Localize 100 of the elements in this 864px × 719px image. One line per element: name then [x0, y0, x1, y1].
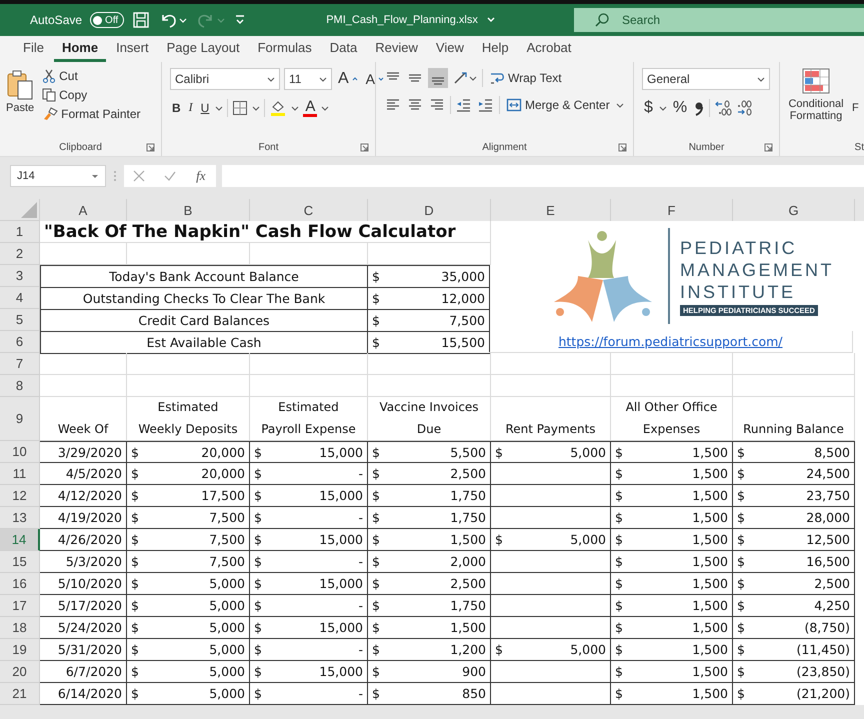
- menu-tab[interactable]: Data: [322, 36, 366, 62]
- row-header[interactable]: 21: [0, 683, 40, 705]
- row-header[interactable]: 4: [0, 287, 40, 309]
- column-heading: All Other Office Expenses: [626, 399, 718, 438]
- menu-tab[interactable]: File: [15, 36, 52, 62]
- row-header[interactable]: 7: [0, 353, 40, 375]
- decrease-font-size-button[interactable]: A: [364, 70, 386, 88]
- menu-tab[interactable]: Page Layout: [158, 36, 248, 62]
- row-header[interactable]: 11: [0, 463, 40, 485]
- font-color-button[interactable]: A: [303, 98, 318, 117]
- caret-icon[interactable]: [291, 104, 300, 112]
- conditional-formatting-icon: [802, 68, 830, 94]
- formula-input[interactable]: [222, 165, 864, 187]
- link[interactable]: https://forum.pediatricsupport.com/: [558, 334, 783, 349]
- caret-icon[interactable]: [91, 172, 99, 180]
- percent-button[interactable]: %: [670, 98, 690, 118]
- borders-icon[interactable]: [232, 100, 248, 116]
- row-header[interactable]: 16: [0, 573, 40, 595]
- copy-button[interactable]: Copy: [40, 87, 142, 103]
- menu-tab[interactable]: View: [428, 36, 472, 62]
- save-icon[interactable]: [132, 11, 150, 29]
- row-header[interactable]: 5: [0, 309, 40, 331]
- font-size-dropdown[interactable]: 11: [284, 68, 332, 90]
- table-cell: Today's Bank Account Balance: [109, 269, 299, 284]
- menu-tab[interactable]: Help: [474, 36, 517, 62]
- table-cell: 1,200: [450, 642, 486, 657]
- dialog-launcher-icon[interactable]: [146, 143, 155, 152]
- row-header[interactable]: 10: [0, 441, 40, 463]
- column-heading: Rent Payments: [505, 421, 596, 438]
- format-as-table-button[interactable]: F: [852, 68, 860, 114]
- conditional-formatting-button[interactable]: Conditional Formatting: [784, 68, 848, 122]
- dialog-launcher-icon[interactable]: [360, 143, 369, 152]
- row-header[interactable]: 3: [0, 265, 40, 287]
- table-cell: 5,000: [209, 620, 245, 635]
- paste-button[interactable]: Paste: [4, 68, 36, 116]
- caret-icon[interactable]: [252, 104, 260, 112]
- caret-icon[interactable]: [616, 101, 624, 109]
- merge-and-center-button[interactable]: Merge & Center: [504, 96, 612, 114]
- search-field[interactable]: Search: [574, 8, 864, 32]
- currency-symbol: $: [254, 510, 262, 525]
- row-header[interactable]: 17: [0, 595, 40, 617]
- table-cell: 28,000: [806, 510, 850, 525]
- currency-symbol: $: [372, 466, 380, 481]
- row-header[interactable]: 1: [0, 221, 40, 243]
- table-cell: Outstanding Checks To Clear The Bank: [82, 291, 326, 306]
- decrease-decimal-icon[interactable]: [736, 100, 754, 116]
- wrap-text-button[interactable]: Wrap Text: [487, 69, 564, 87]
- currency-symbol: $: [737, 664, 745, 679]
- autosave-toggle[interactable]: Off: [90, 12, 124, 28]
- row-header[interactable]: 6: [0, 331, 40, 353]
- row-header[interactable]: 12: [0, 485, 40, 507]
- increase-font-size-button[interactable]: A: [336, 69, 360, 89]
- currency-button[interactable]: $: [642, 98, 655, 118]
- bold-button[interactable]: B: [170, 100, 183, 116]
- currency-symbol: $: [615, 510, 623, 525]
- currency-symbol: $: [254, 554, 262, 569]
- underline-button[interactable]: U: [198, 100, 212, 116]
- row-header[interactable]: 19: [0, 639, 40, 661]
- currency-symbol: $: [737, 686, 745, 701]
- currency-symbol: $: [372, 291, 380, 306]
- number-format-dropdown[interactable]: General: [642, 68, 770, 90]
- row-header[interactable]: 14: [0, 529, 40, 551]
- dialog-launcher-icon[interactable]: [764, 143, 773, 152]
- paintbrush-icon: [42, 107, 58, 121]
- currency-symbol: $: [615, 466, 623, 481]
- row-header[interactable]: 15: [0, 551, 40, 573]
- dialog-launcher-icon[interactable]: [618, 143, 627, 152]
- font-family-dropdown[interactable]: Calibri: [170, 68, 280, 90]
- menu-tab[interactable]: Formulas: [250, 36, 320, 62]
- caret-icon[interactable]: [319, 75, 327, 83]
- currency-symbol: $: [495, 444, 503, 460]
- increase-decimal-icon[interactable]: [714, 100, 732, 116]
- caret-icon[interactable]: [321, 104, 330, 112]
- menu-tab[interactable]: Acrobat: [518, 36, 580, 62]
- currency-symbol: $: [254, 532, 262, 547]
- menu-tab[interactable]: Insert: [108, 36, 157, 62]
- row-header[interactable]: 8: [0, 375, 40, 397]
- row-header[interactable]: 9: [0, 397, 40, 441]
- format-painter-button[interactable]: Format Painter: [40, 106, 142, 122]
- italic-button[interactable]: I: [186, 99, 195, 116]
- currency-symbol: $: [254, 466, 262, 481]
- caret-icon[interactable]: [757, 75, 765, 83]
- fill-color-icon[interactable]: [269, 98, 288, 116]
- row-header[interactable]: 13: [0, 507, 40, 529]
- menu-tab[interactable]: Review: [367, 36, 426, 62]
- row-header[interactable]: 18: [0, 617, 40, 639]
- caret-icon[interactable]: [215, 104, 224, 112]
- name-box[interactable]: J14: [10, 165, 106, 187]
- currency-symbol: $: [372, 642, 380, 657]
- row-header[interactable]: 20: [0, 661, 40, 683]
- caret-icon[interactable]: [267, 75, 275, 83]
- insert-function-button[interactable]: fx: [194, 168, 208, 184]
- table-cell: 7,500: [209, 532, 245, 547]
- cut-button[interactable]: Cut: [40, 68, 142, 84]
- table-cell: 4/19/2020: [58, 510, 122, 525]
- table-cell: 7,500: [209, 510, 245, 525]
- file-name[interactable]: PMI_Cash_Flow_Planning.xlsx: [326, 14, 478, 26]
- caret-icon[interactable]: [658, 104, 667, 112]
- row-header[interactable]: 2: [0, 243, 40, 265]
- bottom-align-icon[interactable]: [428, 68, 448, 88]
